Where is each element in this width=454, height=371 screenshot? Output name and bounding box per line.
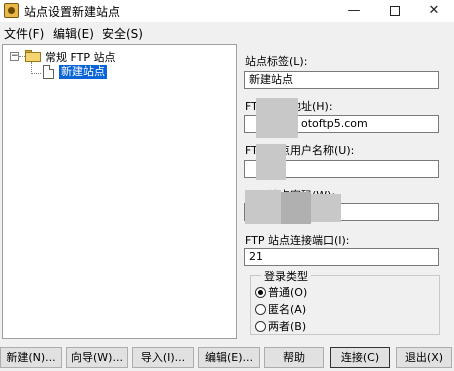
login-type-group: 登录类型 普通(O) 匿名(A) 两者(B) bbox=[250, 268, 440, 335]
tree-collapse-toggle[interactable]: − bbox=[10, 52, 19, 61]
menu-file[interactable]: 文件(F) bbox=[4, 25, 44, 42]
radio-both[interactable]: 两者(B) bbox=[255, 320, 306, 334]
login-type-title: 登录类型 bbox=[261, 268, 311, 284]
radio-anonymous[interactable]: 匿名(A) bbox=[255, 303, 306, 317]
radio-both-label: 两者(B) bbox=[268, 320, 307, 333]
close-button[interactable]: ✕ bbox=[414, 0, 454, 22]
app-icon bbox=[4, 3, 19, 18]
wizard-button[interactable]: 向导(W)... bbox=[66, 347, 128, 368]
port-label: FTP 站点连接端口(I): bbox=[245, 234, 350, 247]
redaction-blur bbox=[256, 98, 298, 138]
import-button[interactable]: 导入(I)... bbox=[132, 347, 194, 368]
radio-selected-icon bbox=[255, 287, 266, 298]
folder-icon bbox=[25, 50, 41, 62]
redaction-blur bbox=[281, 192, 311, 224]
redaction-blur bbox=[256, 144, 286, 180]
menu-edit[interactable]: 编辑(E) bbox=[53, 25, 94, 42]
radio-icon bbox=[255, 321, 266, 332]
tree-item-new-site[interactable]: 新建站点 bbox=[59, 65, 107, 79]
redaction-blur bbox=[311, 194, 341, 222]
redaction-blur bbox=[245, 190, 281, 224]
minimize-button[interactable]: — bbox=[334, 0, 374, 22]
tree-group-ftp-sites[interactable]: 常规 FTP 站点 bbox=[45, 49, 115, 65]
radio-normal[interactable]: 普通(O) bbox=[255, 286, 307, 300]
site-tree[interactable]: − 常规 FTP 站点 新建站点 bbox=[2, 44, 237, 339]
exit-button[interactable]: 退出(X) bbox=[396, 347, 452, 368]
button-bar: 新建(N)... 向导(W)... 导入(I)... 编辑(E)... 帮助 连… bbox=[0, 344, 454, 371]
edit-button[interactable]: 编辑(E)... bbox=[198, 347, 260, 368]
port-input[interactable]: 21 bbox=[244, 248, 439, 266]
menu-security[interactable]: 安全(S) bbox=[102, 25, 143, 42]
radio-icon bbox=[255, 304, 266, 315]
title-bar: 站点设置新建站点 — ✕ bbox=[0, 0, 454, 22]
maximize-icon bbox=[390, 5, 400, 16]
help-button[interactable]: 帮助 bbox=[264, 347, 324, 368]
tree-connector bbox=[31, 73, 41, 74]
window-title: 站点设置新建站点 bbox=[24, 5, 121, 19]
menu-bar: 文件(F) 编辑(E) 安全(S) bbox=[0, 22, 454, 42]
new-button[interactable]: 新建(N)... bbox=[0, 347, 62, 368]
connect-button[interactable]: 连接(C) bbox=[330, 347, 390, 368]
file-icon bbox=[43, 65, 54, 79]
radio-anonymous-label: 匿名(A) bbox=[268, 303, 307, 316]
site-label-input[interactable]: 新建站点 bbox=[244, 71, 439, 89]
site-settings-form: 站点标签(L): 新建站点 FTP 主机地址(H): otoftp5.com F… bbox=[240, 44, 454, 339]
site-label-label: 站点标签(L): bbox=[245, 55, 308, 68]
maximize-button[interactable] bbox=[375, 0, 415, 22]
radio-normal-label: 普通(O) bbox=[268, 286, 308, 299]
